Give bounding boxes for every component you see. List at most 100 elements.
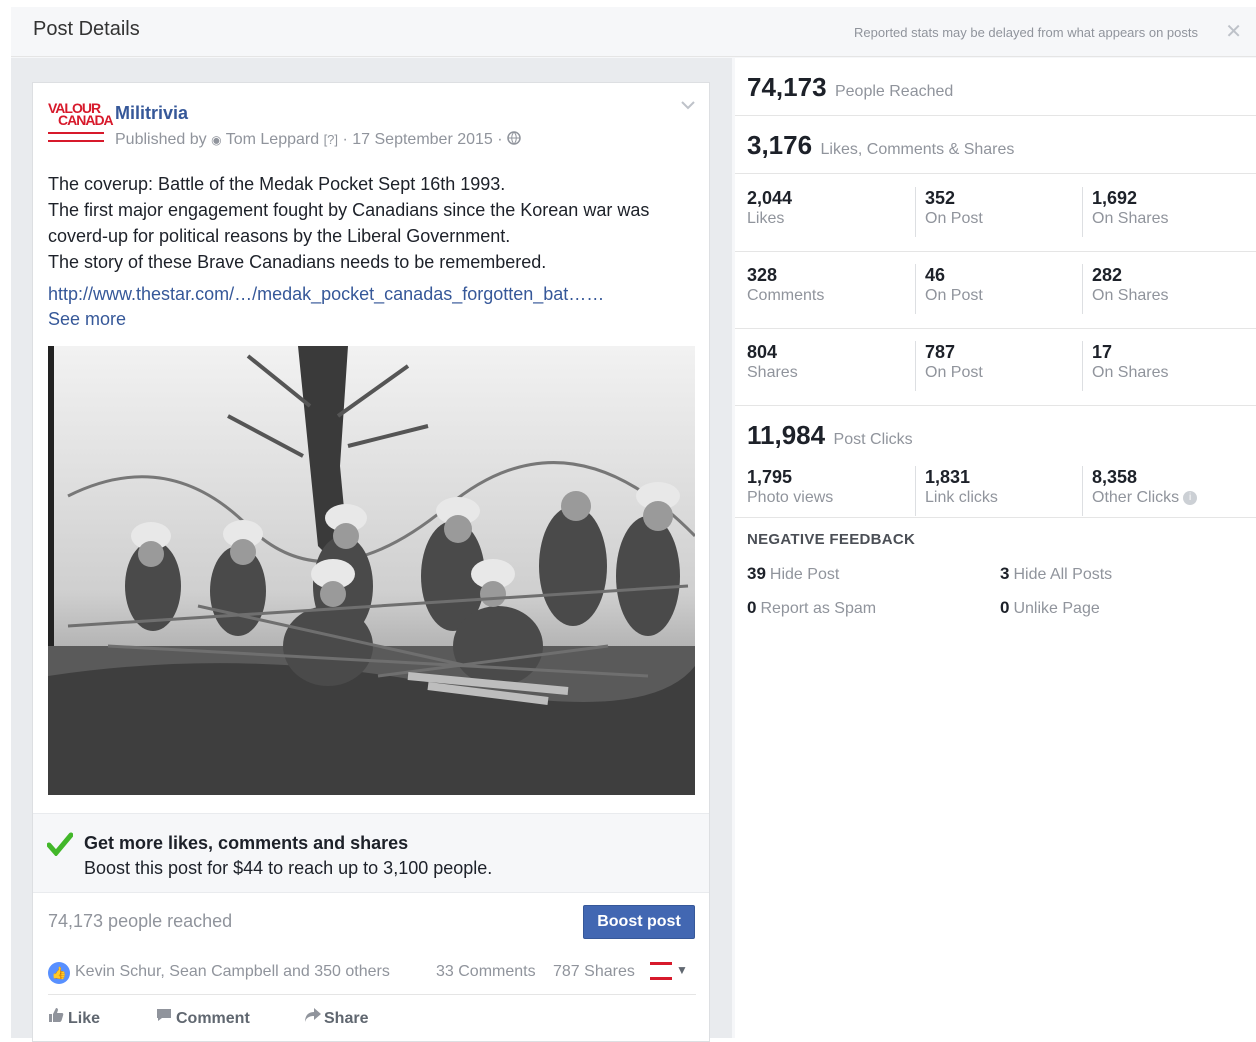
shares-total: 804 Shares	[747, 341, 798, 391]
other-clicks-value: 8,358	[1092, 467, 1138, 487]
author-link[interactable]: Tom Leppard	[226, 131, 319, 148]
comments-count[interactable]: 33 Comments	[436, 963, 536, 981]
hide-all-posts-stat: 3 Hide All Posts	[1000, 564, 1112, 584]
hide-all-label: Hide All Posts	[1013, 566, 1113, 583]
post-text-line: The coverup: Battle of the Medak Pocket …	[48, 174, 506, 194]
likes-on-post-value: 352	[925, 188, 956, 208]
photo-views-label: Photo views	[747, 489, 834, 506]
post-text: The coverup: Battle of the Medak Pocket …	[48, 171, 698, 275]
info-icon[interactable]: i	[1183, 490, 1198, 505]
page-avatar-icon[interactable]	[650, 962, 672, 980]
author-icon: ◉	[211, 133, 222, 147]
likes-on-shares-label: On Shares	[1092, 210, 1169, 227]
other-clicks: 8,358 Other Clicks i	[1082, 466, 1198, 516]
post-actions: Like Comment Share	[48, 1005, 696, 1035]
likes-on-post-label: On Post	[925, 210, 983, 227]
other-clicks-label: Other Clicks	[1092, 489, 1180, 506]
article-link[interactable]: http://www.thestar.com/…/medak_pocket_ca…	[48, 284, 604, 305]
meta-separator: ·	[342, 131, 348, 148]
people-reached-value: 74,173	[747, 72, 827, 102]
shares-on-shares-label: On Shares	[1092, 364, 1169, 381]
post-clicks-section: 11,984 Post Clicks 1,795 Photo views 1,8…	[735, 406, 1256, 518]
people-reached-text: 74,173 people reached	[48, 911, 233, 931]
see-more-link[interactable]: See more	[48, 309, 126, 330]
meta-separator: ·	[497, 131, 503, 148]
checkmark-icon	[47, 832, 73, 856]
page-logo[interactable]: VALOUR CANADA	[48, 100, 114, 150]
negative-feedback-title: NEGATIVE FEEDBACK	[747, 531, 916, 548]
stats-delay-note: Reported stats may be delayed from what …	[854, 25, 1198, 40]
post-card: VALOUR CANADA Militrivia Published by ◉ …	[32, 82, 710, 1042]
comments-on-post-label: On Post	[925, 287, 983, 304]
likes-row: 2,044 Likes 352 On Post 1,692 On Shares	[735, 175, 1256, 252]
shares-on-post: 787 On Post	[915, 341, 983, 391]
shares-count[interactable]: 787 Shares	[553, 963, 635, 981]
chevron-down-icon[interactable]	[681, 97, 695, 115]
like-reaction-icon: 👍	[48, 962, 70, 984]
close-icon[interactable]: ✕	[1225, 19, 1242, 44]
post-date[interactable]: 17 September 2015	[352, 131, 493, 148]
comments-total-label: Comments	[747, 287, 825, 304]
boost-post-button[interactable]: Boost post	[583, 905, 695, 939]
post-clicks-value: 11,984	[747, 420, 826, 450]
likes-total-label: Likes	[747, 210, 785, 227]
post-clicks-label: Post Clicks	[833, 431, 913, 448]
dialog-title: Post Details	[33, 18, 140, 40]
engagement-value: 3,176	[747, 130, 813, 160]
hide-post-value: 39	[747, 564, 766, 583]
shares-total-label: Shares	[747, 364, 798, 381]
chevron-down-icon[interactable]: ▼	[676, 963, 688, 977]
link-clicks-value: 1,831	[925, 467, 971, 487]
likes-total: 2,044 Likes	[747, 187, 792, 237]
boost-promo: Get more likes, comments and shares Boos…	[33, 813, 709, 893]
like-button[interactable]: Like	[48, 1007, 100, 1028]
comments-total: 328 Comments	[747, 264, 824, 314]
hide-post-label: Hide Post	[769, 566, 840, 583]
report-spam-value: 0	[747, 598, 757, 617]
reactions-names[interactable]: Kevin Schur, Sean Campbell and 350 other…	[75, 963, 390, 981]
people-reached-label: People Reached	[834, 83, 954, 100]
shares-total-value: 804	[747, 342, 778, 362]
other-clicks-label-wrap: Other Clicks i	[1092, 488, 1198, 508]
shares-on-post-label: On Post	[925, 364, 983, 381]
report-spam-label: Report as Spam	[760, 600, 877, 617]
boost-subtext: Boost this post for $44 to reach up to 3…	[84, 858, 493, 878]
photo-views: 1,795 Photo views	[747, 466, 833, 516]
hide-all-value: 3	[1000, 564, 1010, 583]
share-button[interactable]: Share	[304, 1007, 368, 1028]
published-by-label: Published by	[115, 131, 207, 148]
comments-on-post: 46 On Post	[915, 264, 983, 314]
post-meta: Published by ◉ Tom Leppard [?] · 17 Sept…	[115, 131, 521, 149]
shares-on-shares: 17 On Shares	[1082, 341, 1168, 391]
shares-row: 804 Shares 787 On Post 17 On Shares	[735, 329, 1256, 406]
thumbs-up-icon	[48, 1007, 68, 1028]
hide-post-stat: 39 Hide Post	[747, 564, 839, 584]
reactions-bar: 👍 Kevin Schur, Sean Campbell and 350 oth…	[48, 959, 696, 995]
photo-views-value: 1,795	[747, 467, 793, 487]
comment-button[interactable]: Comment	[156, 1007, 250, 1028]
link-clicks: 1,831 Link clicks	[915, 466, 998, 516]
logo-text-2: CANADA	[58, 112, 114, 128]
comments-on-shares-value: 282	[1092, 265, 1123, 285]
unlike-page-value: 0	[1000, 598, 1010, 617]
comments-on-shares: 282 On Shares	[1082, 264, 1168, 314]
globe-icon	[507, 131, 521, 148]
post-details-dialog: Post Details Reported stats may be delay…	[11, 7, 1256, 1042]
share-label: Share	[324, 1010, 369, 1027]
comment-label: Comment	[176, 1010, 250, 1027]
likes-total-value: 2,044	[747, 188, 793, 208]
post-photo[interactable]	[48, 346, 695, 795]
engagement-label: Likes, Comments & Shares	[820, 141, 1015, 158]
help-marker[interactable]: [?]	[324, 132, 338, 147]
boost-heading: Get more likes, comments and shares	[84, 833, 409, 853]
likes-on-shares-value: 1,692	[1092, 188, 1138, 208]
post-text-line: The story of these Brave Canadians needs…	[48, 252, 547, 272]
post-text-line: coverd-up for political reasons by the L…	[48, 226, 511, 246]
shares-on-post-value: 787	[925, 342, 956, 362]
logo-stripe	[48, 132, 104, 137]
stats-panel: 74,173 People Reached 3,176 Likes, Comme…	[735, 58, 1256, 1038]
page-name-link[interactable]: Militrivia	[115, 103, 188, 124]
people-reached-row: 74,173 People Reached	[735, 58, 1256, 116]
post-preview-panel: VALOUR CANADA Militrivia Published by ◉ …	[11, 58, 732, 1042]
report-spam-stat: 0 Report as Spam	[747, 598, 876, 618]
